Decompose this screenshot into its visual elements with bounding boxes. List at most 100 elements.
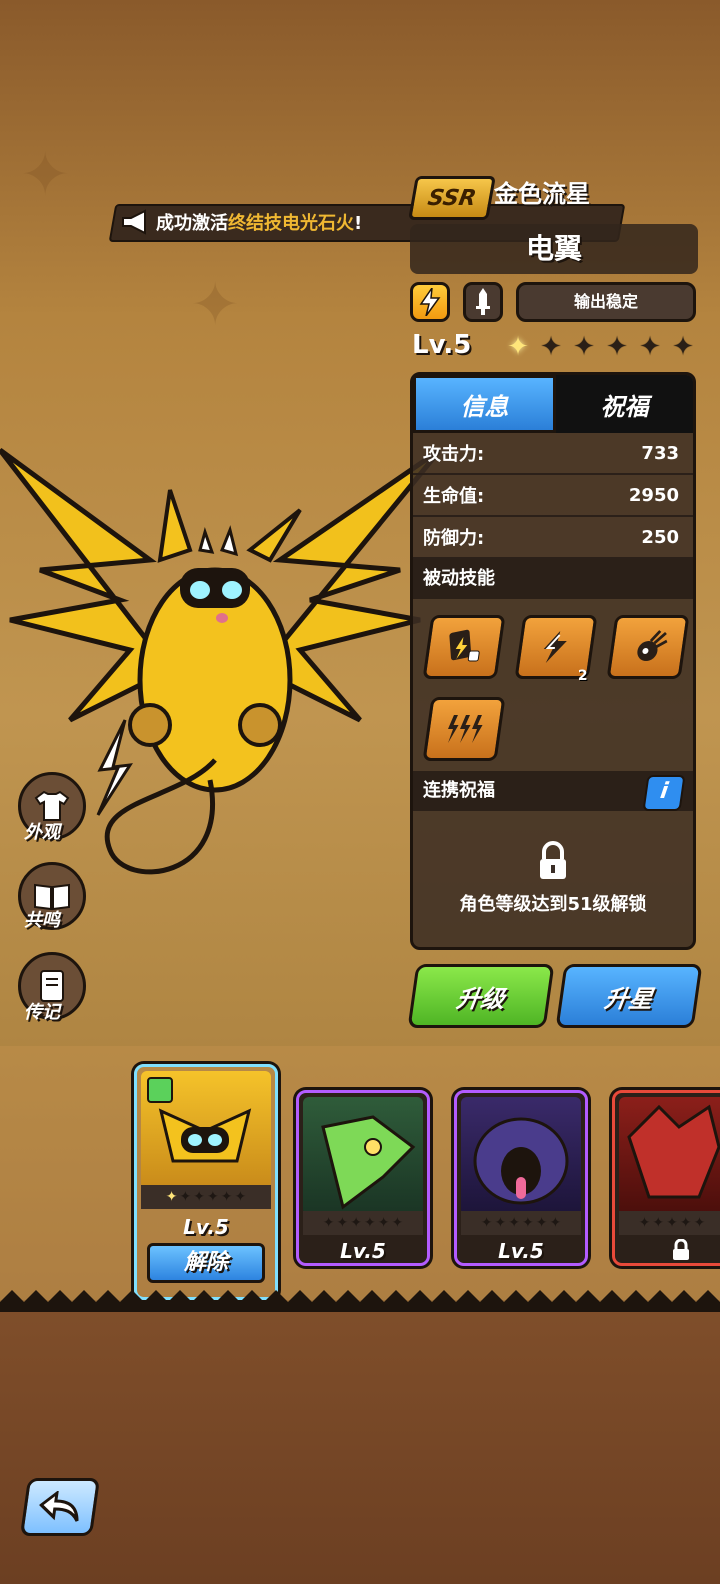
star-empty-icon: ✦ xyxy=(377,1215,390,1231)
star-empty-icon: ✦ xyxy=(693,1215,706,1231)
star-empty-icon: ✦ xyxy=(638,1215,651,1231)
passive-skill-3[interactable] xyxy=(606,615,690,679)
fireball-icon xyxy=(637,630,668,661)
star-empty-icon: ✦ xyxy=(535,1215,548,1231)
back-arrow-icon xyxy=(38,1491,79,1522)
skill-count: 2 xyxy=(578,668,588,684)
tab-blessing[interactable]: 祝福 xyxy=(556,375,693,433)
star-empty-icon: ✦ xyxy=(336,1215,349,1231)
star-empty-icon: ✦ xyxy=(350,1215,362,1231)
link-blessing-locked: 角色等级达到51级解锁 xyxy=(413,811,693,916)
star-empty-icon: ✦ xyxy=(391,1215,404,1231)
star-empty-icon: ✦ xyxy=(508,1215,520,1231)
roster-card-selected[interactable]: ✦ ✦ ✦ ✦ ✦ ✦ Lv.5 解除 xyxy=(134,1064,278,1300)
star-empty-icon: ✦ xyxy=(193,1189,205,1205)
info-button[interactable]: i xyxy=(642,775,686,811)
role-tag[interactable]: 输出稳定 xyxy=(516,282,696,322)
appearance-label: 外观 xyxy=(24,822,60,843)
announcement-highlight: 终结技电光石火 xyxy=(228,213,354,234)
roster-stars: ✦ ✦ ✦ ✦ ✦ ✦ xyxy=(303,1211,423,1235)
passive-skill-4[interactable] xyxy=(422,697,506,761)
announcement-text: 成功激活终结技电光石火! xyxy=(156,209,362,235)
star-empty-icon: ✦ xyxy=(639,332,661,362)
passive-skill-1[interactable] xyxy=(422,615,506,679)
lightning-element-icon[interactable] xyxy=(410,282,450,322)
stat-label: 防御力: xyxy=(423,528,485,549)
announcement-prefix: 成功激活 xyxy=(156,213,228,234)
link-blessing-heading: 连携祝福 i xyxy=(413,771,693,811)
roster-portrait xyxy=(141,1071,271,1189)
purple-beast-portrait xyxy=(473,1117,569,1205)
roster-card[interactable]: ✦ ✦ ✦ ✦ ✦ ✦ Lv.5 xyxy=(454,1090,588,1266)
roster-level: Lv.5 xyxy=(498,1239,544,1263)
panel-tabs: 信息 祝福 xyxy=(413,375,693,433)
lightning-bolt-icon xyxy=(543,631,567,663)
roster-card-locked[interactable]: ✦ ✦ ✦ ✦ ✦ xyxy=(612,1090,720,1266)
roster-level: Lv.5 xyxy=(183,1215,229,1239)
star-empty-icon: ✦ xyxy=(234,1189,247,1205)
hero-name: 电翼 xyxy=(410,224,698,274)
rarity-badge: SSR xyxy=(408,176,496,220)
red-demon-portrait xyxy=(627,1104,720,1199)
stat-hp: 生命值: 2950 xyxy=(413,475,693,517)
star-empty-icon: ✦ xyxy=(480,1215,493,1231)
roster-level: Lv.5 xyxy=(340,1239,386,1263)
background-pattern: ✦ xyxy=(190,270,241,340)
lock-hint-text: 角色等级达到51级解锁 xyxy=(459,894,647,915)
tab-info[interactable]: 信息 xyxy=(413,375,556,433)
hero-info-panel: 信息 祝福 攻击力: 733 生命值: 2950 防御力: 250 被动技能 2… xyxy=(410,372,696,950)
star-empty-icon: ✦ xyxy=(494,1215,507,1231)
stat-value: 2950 xyxy=(628,484,679,506)
star-empty-icon: ✦ xyxy=(364,1215,376,1231)
stat-attack: 攻击力: 733 xyxy=(413,433,693,475)
star-empty-icon: ✦ xyxy=(652,1215,665,1231)
lower-area xyxy=(0,1312,720,1584)
star-empty-icon: ✦ xyxy=(666,1215,678,1231)
resonance-label: 共鸣 xyxy=(24,910,60,931)
roster-portrait xyxy=(303,1097,423,1215)
passive-skills-heading: 被动技能 xyxy=(413,559,693,599)
roster-card[interactable]: ✦ ✦ ✦ ✦ ✦ ✦ Lv.5 xyxy=(296,1090,430,1266)
star-empty-icon: ✦ xyxy=(679,1215,692,1231)
roster-stars: ✦ ✦ ✦ ✦ ✦ xyxy=(619,1211,720,1235)
star-empty-icon: ✦ xyxy=(207,1189,219,1205)
back-button[interactable] xyxy=(19,1478,101,1536)
star-up-button[interactable]: 升星 xyxy=(555,964,703,1028)
star-empty-icon: ✦ xyxy=(322,1215,335,1231)
star-empty-icon: ✦ xyxy=(179,1189,192,1205)
passive-skill-2[interactable]: 2 xyxy=(514,615,598,684)
spike-divider xyxy=(0,1290,720,1314)
rarity-name: 金色流星 xyxy=(494,180,590,208)
roster-stars: ✦ ✦ ✦ ✦ ✦ ✦ xyxy=(461,1211,581,1235)
star-filled-icon: ✦ xyxy=(165,1189,178,1205)
star-rating: ✦ ✦ ✦ ✦ ✦ ✦ xyxy=(504,332,697,362)
stat-label: 攻击力: xyxy=(423,444,485,465)
star-empty-icon: ✦ xyxy=(606,332,628,362)
star-filled-icon: ✦ xyxy=(507,332,529,362)
lock-icon xyxy=(673,1239,689,1260)
roster-portrait xyxy=(619,1097,720,1215)
team-member-icon xyxy=(147,1077,173,1103)
link-blessing-title: 连携祝福 xyxy=(423,780,495,801)
triple-lightning-icon xyxy=(448,715,483,743)
sword-class-icon[interactable] xyxy=(463,282,503,322)
upgrade-button[interactable]: 升级 xyxy=(407,964,555,1028)
star-empty-icon: ✦ xyxy=(573,332,595,362)
star-empty-icon: ✦ xyxy=(549,1215,562,1231)
green-lizard-portrait xyxy=(321,1115,416,1210)
stat-value: 733 xyxy=(641,442,679,464)
lock-icon xyxy=(540,841,566,879)
star-empty-icon: ✦ xyxy=(672,332,694,362)
announcement-suffix: ! xyxy=(354,213,363,234)
hero-level: Lv.5 xyxy=(412,330,472,360)
roster-stars: ✦ ✦ ✦ ✦ ✦ ✦ xyxy=(141,1185,271,1209)
star-empty-icon: ✦ xyxy=(540,332,562,362)
megaphone-icon xyxy=(116,204,156,240)
stat-defense: 防御力: 250 xyxy=(413,517,693,559)
remove-button[interactable]: 解除 xyxy=(147,1243,265,1283)
star-empty-icon: ✦ xyxy=(522,1215,534,1231)
background-pattern: ✦ xyxy=(20,140,71,210)
biography-label: 传记 xyxy=(24,1002,60,1023)
roster-portrait xyxy=(461,1097,581,1215)
stat-label: 生命值: xyxy=(423,486,485,507)
